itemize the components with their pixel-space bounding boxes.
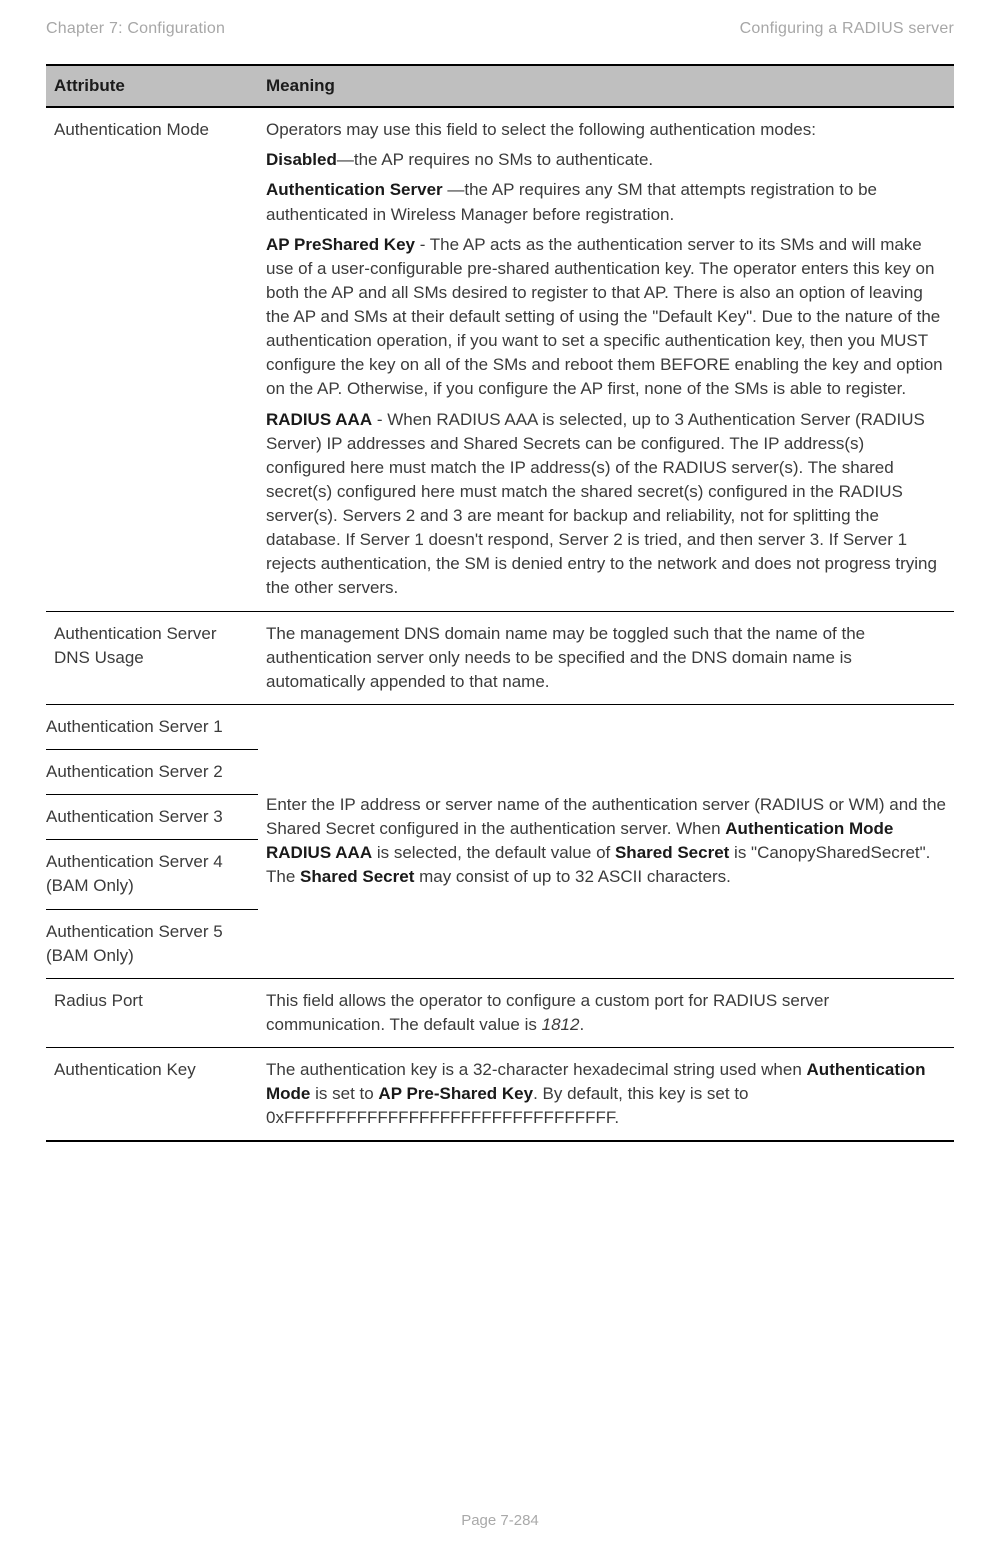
bold-shared-secret-2: Shared Secret bbox=[300, 867, 414, 886]
meaning-authentication-mode: Operators may use this field to select t… bbox=[258, 107, 954, 611]
page-number: Page 7-284 bbox=[461, 1512, 539, 1529]
attr-auth-server-4: Authentication Server 4 (BAM Only) bbox=[46, 840, 258, 909]
servers-post: may consist of up to 32 ASCII characters… bbox=[414, 867, 731, 886]
row-auth-server-dns-usage: Authentication Server DNS Usage The mana… bbox=[46, 611, 954, 704]
meaning-authentication-key: The authentication key is a 32-character… bbox=[258, 1048, 954, 1142]
col-meaning: Meaning bbox=[258, 65, 954, 107]
col-attribute: Attribute bbox=[46, 65, 258, 107]
servers-mid1: is selected, the default value of bbox=[372, 843, 615, 862]
attribute-table: Attribute Meaning Authentication Mode Op… bbox=[46, 64, 954, 1142]
attr-auth-server-2: Authentication Server 2 bbox=[46, 750, 258, 795]
auth-key-mid1: is set to bbox=[310, 1084, 378, 1103]
attr-auth-server-1: Authentication Server 1 bbox=[46, 705, 258, 750]
row-auth-servers: Authentication Server 1 Authentication S… bbox=[46, 704, 954, 978]
text-disabled: —the AP requires no SMs to authenticate. bbox=[337, 150, 653, 169]
page-header: Chapter 7: Configuration Configuring a R… bbox=[46, 20, 954, 38]
auth-mode-preshared: AP PreShared Key - The AP acts as the au… bbox=[266, 233, 946, 402]
text-preshared: - The AP acts as the authentication serv… bbox=[266, 235, 943, 399]
header-right: Configuring a RADIUS server bbox=[740, 20, 954, 38]
row-authentication-mode: Authentication Mode Operators may use th… bbox=[46, 107, 954, 611]
auth-mode-intro: Operators may use this field to select t… bbox=[266, 118, 946, 142]
bold-preshared: AP PreShared Key bbox=[266, 235, 415, 254]
auth-servers-nested: Authentication Server 1 Authentication S… bbox=[46, 705, 258, 978]
attr-auth-server-dns-usage: Authentication Server DNS Usage bbox=[46, 611, 258, 704]
attr-auth-server-5: Authentication Server 5 (BAM Only) bbox=[46, 909, 258, 978]
bold-authserver: Authentication Server bbox=[266, 180, 443, 199]
attr-auth-server-3: Authentication Server 3 bbox=[46, 795, 258, 840]
auth-mode-disabled: Disabled—the AP requires no SMs to authe… bbox=[266, 148, 946, 172]
attr-authentication-key: Authentication Key bbox=[46, 1048, 258, 1142]
meaning-auth-servers: Enter the IP address or server name of t… bbox=[258, 704, 954, 978]
row-radius-port: Radius Port This field allows the operat… bbox=[46, 978, 954, 1047]
attr-auth-servers-group: Authentication Server 1 Authentication S… bbox=[46, 704, 258, 978]
auth-key-pre: The authentication key is a 32-character… bbox=[266, 1060, 807, 1079]
page-footer: Page 7-284 bbox=[0, 1512, 1000, 1529]
text-radius: - When RADIUS AAA is selected, up to 3 A… bbox=[266, 410, 937, 598]
header-left: Chapter 7: Configuration bbox=[46, 20, 225, 38]
bold-radius: RADIUS AAA bbox=[266, 410, 372, 429]
attr-authentication-mode: Authentication Mode bbox=[46, 107, 258, 611]
meaning-radius-port: This field allows the operator to config… bbox=[258, 978, 954, 1047]
auth-mode-radius: RADIUS AAA - When RADIUS AAA is selected… bbox=[266, 408, 946, 601]
row-authentication-key: Authentication Key The authentication ke… bbox=[46, 1048, 954, 1142]
meaning-auth-server-dns-usage: The management DNS domain name may be to… bbox=[258, 611, 954, 704]
bold-shared-secret-1: Shared Secret bbox=[615, 843, 729, 862]
radius-port-post: . bbox=[579, 1015, 584, 1034]
bold-disabled: Disabled bbox=[266, 150, 337, 169]
radius-port-value: 1812 bbox=[542, 1015, 580, 1034]
table-header-row: Attribute Meaning bbox=[46, 65, 954, 107]
auth-mode-authserver: Authentication Server —the AP requires a… bbox=[266, 178, 946, 226]
attr-radius-port: Radius Port bbox=[46, 978, 258, 1047]
bold-ap-pre-shared-key: AP Pre-Shared Key bbox=[378, 1084, 533, 1103]
